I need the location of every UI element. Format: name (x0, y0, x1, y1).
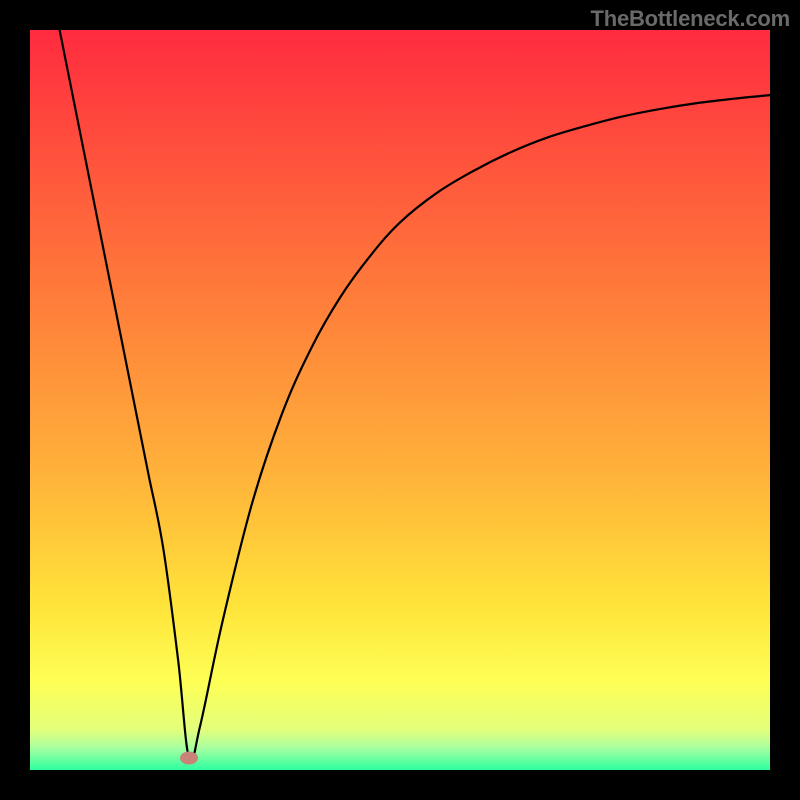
optimum-marker (180, 752, 198, 765)
watermark-text: TheBottleneck.com (590, 6, 790, 32)
curve-svg (30, 30, 770, 770)
bottleneck-curve (60, 30, 770, 762)
chart-frame: TheBottleneck.com (0, 0, 800, 800)
plot-area (30, 30, 770, 770)
